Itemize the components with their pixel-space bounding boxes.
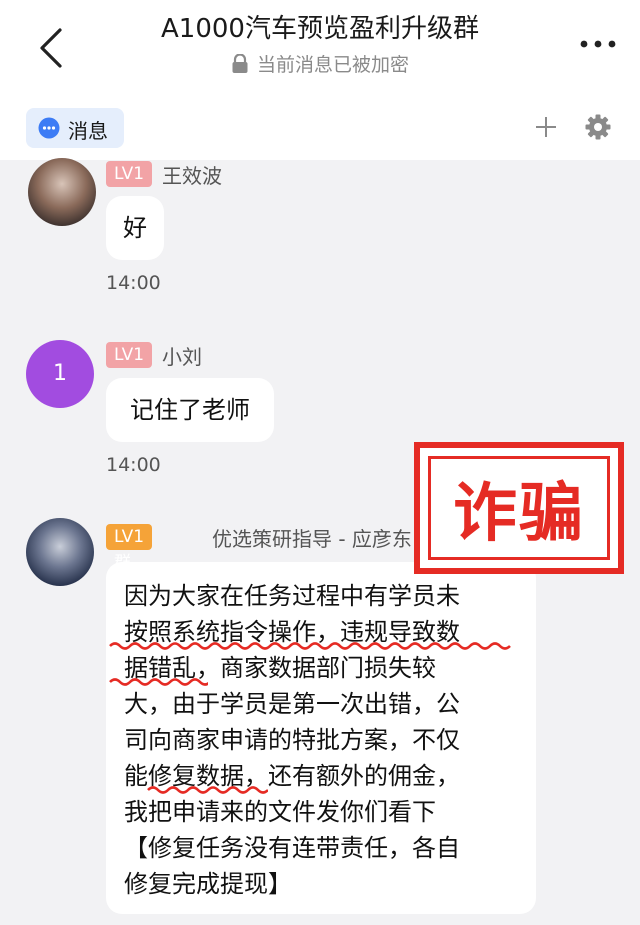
encryption-notice: 当前消息已被加密 — [0, 50, 640, 77]
sender-name[interactable]: 王效波 — [162, 160, 222, 189]
chat-header: A1000汽车预览盈利升级群 当前消息已被加密 — [0, 0, 640, 100]
message-line: 我把申请来的文件发你们看下 — [124, 798, 436, 826]
red-wavy-underline — [109, 642, 511, 650]
stamp-text: 诈骗 — [453, 477, 585, 551]
red-wavy-underline — [109, 678, 208, 686]
message-bubble[interactable]: 好 — [106, 196, 164, 260]
level-badge: LV1 — [106, 161, 153, 187]
encryption-text: 当前消息已被加密 — [256, 54, 409, 76]
message-text: 记住了老师 — [130, 396, 250, 424]
message-line: 因为大家在任务过程中有学员未 — [124, 582, 460, 610]
tab-messages[interactable]: 消息 — [26, 108, 124, 148]
message-line: 司向商家申请的特批方案，不仅 — [124, 726, 460, 754]
message-line: 大，由于学员是第一次出错，公 — [124, 690, 460, 718]
chat-title: A1000汽车预览盈利升级群 — [161, 14, 479, 44]
level-badge: LV1 — [106, 342, 153, 368]
more-options-icon[interactable] — [578, 34, 618, 54]
message-line: 修复完成提现】 — [124, 870, 292, 898]
settings-gear-icon[interactable] — [584, 113, 612, 141]
red-wavy-underline — [147, 786, 268, 794]
sender-avatar[interactable] — [28, 158, 96, 226]
message-line: 【修复任务没有连带责任，各自 — [124, 834, 460, 862]
tab-messages-label: 消息 — [68, 119, 108, 143]
level-badge: LV1 群主 — [106, 524, 153, 599]
message-text: 好 — [123, 214, 147, 242]
message-time: 14:00 — [106, 454, 161, 476]
lock-icon — [232, 54, 248, 73]
message-bubble[interactable]: 因为大家在任务过程中有学员未 按照系统指令操作，违规导致数 据错乱，商家数据部门… — [106, 562, 536, 914]
add-icon[interactable] — [534, 115, 558, 139]
sender-avatar[interactable] — [26, 518, 94, 586]
avatar-initial: 1 — [53, 361, 67, 386]
sender-avatar[interactable]: 1 — [26, 340, 94, 408]
sender-name[interactable]: 优选策研指导 - 应彦东 — [212, 523, 412, 552]
sender-name[interactable]: 小刘 — [162, 341, 202, 370]
message-bubble[interactable]: 记住了老师 — [106, 378, 274, 442]
chat-bubble-icon — [38, 117, 60, 139]
message-time: 14:00 — [106, 272, 161, 294]
fraud-stamp: 诈骗 — [414, 442, 624, 574]
